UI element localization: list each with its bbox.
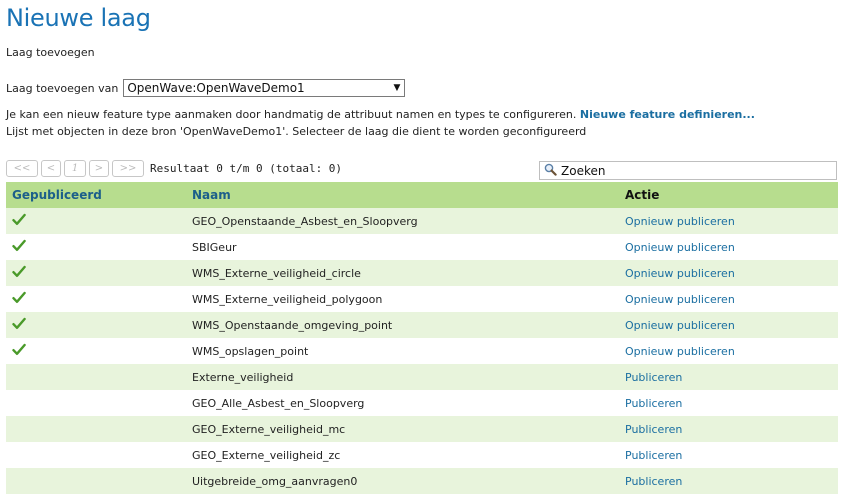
table-header-row: Gepubliceerd Naam Actie [6,182,838,208]
publish-link[interactable]: Publiceren [625,423,682,436]
first-page-button[interactable]: << [6,160,38,177]
table-row: GEO_Externe_veiligheid_mc Publiceren [6,416,838,442]
publish-link[interactable]: Publiceren [625,449,682,462]
table-row: WMS_Externe_veiligheid_polygoon Opnieuw p… [6,286,838,312]
search-icon [544,161,557,180]
source-select[interactable]: OpenWave:OpenWaveDemo1 ▼ [123,79,406,97]
action-cell: Opnieuw publiceren [625,338,838,364]
prev-page-button[interactable]: < [41,160,61,177]
layer-name: GEO_Alle_Asbest_en_Sloopverg [192,390,625,416]
column-header-name[interactable]: Naam [192,182,625,208]
description: Je kan een nieuw feature type aanmaken d… [6,108,755,121]
page-subtitle: Laag toevoegen [6,46,95,59]
action-cell: Publiceren [625,416,838,442]
table-row: WMS_opslagen_point Opnieuw publiceren [6,338,838,364]
column-header-action: Actie [625,182,838,208]
pager: << < 1 > >> Resultaat 0 t/m 0 (totaal: 0… [6,160,342,177]
published-cell [6,468,192,494]
published-cell [6,390,192,416]
action-cell: Opnieuw publiceren [625,234,838,260]
search-input[interactable] [557,163,821,178]
published-cell [6,208,192,234]
published-cell [6,442,192,468]
table-row: WMS_Externe_veiligheid_circle Opnieuw pub… [6,260,838,286]
table-row: WMS_Openstaande_omgeving_point Opnieuw pu… [6,312,838,338]
list-description: Lijst met objecten in deze bron 'OpenWav… [6,125,587,138]
republish-link[interactable]: Opnieuw publiceren [625,319,735,332]
layer-name: Uitgebreide_omg_aanvragen0 [192,468,625,494]
table-row: GEO_Alle_Asbest_en_Sloopverg Publiceren [6,390,838,416]
action-cell: Opnieuw publiceren [625,286,838,312]
layer-name: Externe_veiligheid [192,364,625,390]
action-cell: Publiceren [625,468,838,494]
page-number-button[interactable]: 1 [64,160,86,177]
next-page-button[interactable]: > [89,160,109,177]
table-row: SBIGeur Opnieuw publiceren [6,234,838,260]
republish-link[interactable]: Opnieuw publiceren [625,215,735,228]
publish-link[interactable]: Publiceren [625,371,682,384]
layer-name: GEO_Externe_veiligheid_zc [192,442,625,468]
checkmark-icon [12,291,26,307]
republish-link[interactable]: Opnieuw publiceren [625,267,735,280]
layer-name: WMS_opslagen_point [192,338,625,364]
description-text: Je kan een nieuw feature type aanmaken d… [6,108,577,121]
publish-link[interactable]: Publiceren [625,397,682,410]
published-cell [6,338,192,364]
new-feature-link[interactable]: Nieuwe feature definieren... [580,108,755,121]
checkmark-icon [12,239,26,255]
layer-name: WMS_Externe_veiligheid_circle [192,260,625,286]
column-header-published[interactable]: Gepubliceerd [6,182,192,208]
published-cell [6,416,192,442]
republish-link[interactable]: Opnieuw publiceren [625,345,735,358]
republish-link[interactable]: Opnieuw publiceren [625,293,735,306]
action-cell: Opnieuw publiceren [625,312,838,338]
layer-name: GEO_Externe_veiligheid_mc [192,416,625,442]
layer-name: WMS_Openstaande_omgeving_point [192,312,625,338]
layers-table: Gepubliceerd Naam Actie GEO_Openstaande_… [6,182,838,494]
source-select-value: OpenWave:OpenWaveDemo1 [127,81,305,95]
table-row: Externe_veiligheid Publiceren [6,364,838,390]
table-row: Uitgebreide_omg_aanvragen0 Publiceren [6,468,838,494]
checkmark-icon [12,265,26,281]
result-count: Resultaat 0 t/m 0 (totaal: 0) [150,162,343,175]
last-page-button[interactable]: >> [112,160,144,177]
action-cell: Publiceren [625,364,838,390]
published-cell [6,260,192,286]
layer-name: WMS_Externe_veiligheid_polygoon [192,286,625,312]
table-row: GEO_Openstaande_Asbest_en_Sloopverg Opnie… [6,208,838,234]
search-box[interactable] [539,161,837,180]
publish-link[interactable]: Publiceren [625,475,682,488]
action-cell: Opnieuw publiceren [625,260,838,286]
checkmark-icon [12,317,26,333]
checkmark-icon [12,343,26,359]
table-row: GEO_Externe_veiligheid_zc Publiceren [6,442,838,468]
layer-name: SBIGeur [192,234,625,260]
checkmark-icon [12,213,26,229]
source-label: Laag toevoegen van [6,81,119,95]
published-cell [6,286,192,312]
page-title: Nieuwe laag [6,4,151,32]
source-row: Laag toevoegen van OpenWave:OpenWaveDemo… [6,79,406,97]
published-cell [6,312,192,338]
published-cell [6,364,192,390]
republish-link[interactable]: Opnieuw publiceren [625,241,735,254]
chevron-down-icon: ▼ [393,83,401,93]
published-cell [6,234,192,260]
action-cell: Opnieuw publiceren [625,208,838,234]
action-cell: Publiceren [625,390,838,416]
action-cell: Publiceren [625,442,838,468]
layer-name: GEO_Openstaande_Asbest_en_Sloopverg [192,208,625,234]
